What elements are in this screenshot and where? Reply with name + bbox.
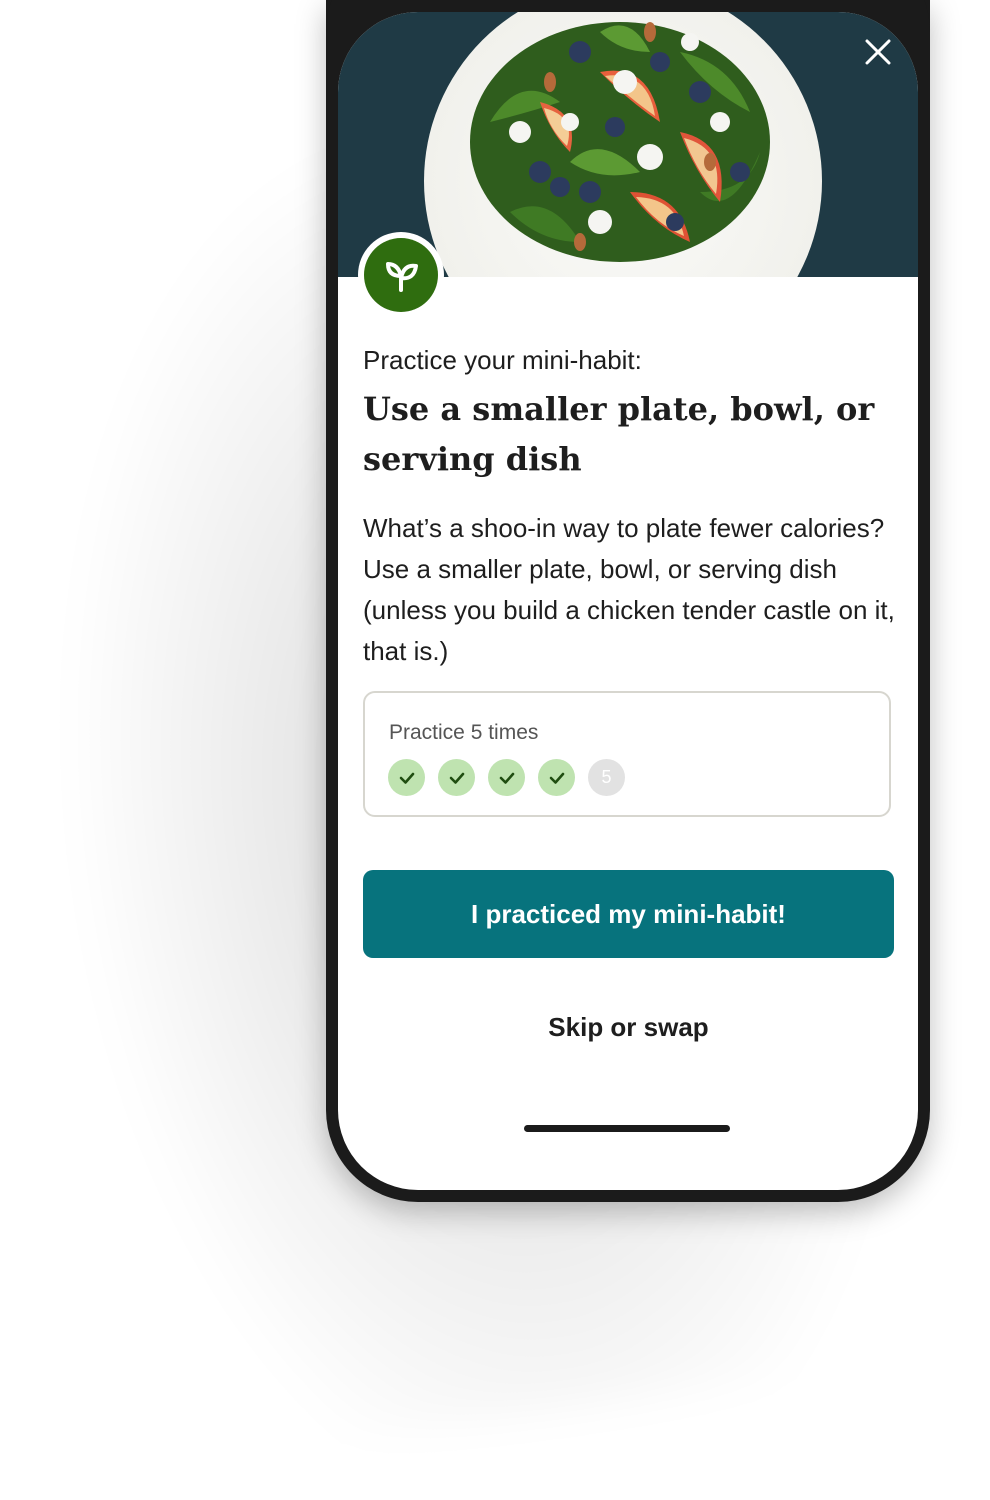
phone-screen: Practice your mini-habit: Use a smaller … (338, 12, 918, 1190)
habit-title-line2: serving dish (363, 440, 582, 478)
close-icon[interactable] (860, 34, 896, 70)
habit-title: Use a smaller plate, bowl, or serving di… (363, 384, 895, 484)
home-indicator (524, 1125, 730, 1132)
app-mockup: Practice your mini-habit: Use a smaller … (0, 0, 990, 1500)
habit-description: What’s a shoo-in way to plate fewer calo… (363, 513, 895, 666)
skip-or-swap-button[interactable]: Skip or swap (363, 1002, 894, 1052)
progress-card: Practice 5 times 5 (363, 691, 891, 817)
progress-dots: 5 (388, 759, 625, 796)
habit-badge (358, 232, 444, 318)
salad-plate-icon (470, 22, 770, 262)
checkmark-icon (549, 772, 564, 784)
checkmark-icon (449, 772, 464, 784)
progress-dot-complete (538, 759, 575, 796)
phone-frame: Practice your mini-habit: Use a smaller … (326, 0, 930, 1202)
checkmark-icon (499, 772, 514, 784)
progress-dot-complete (388, 759, 425, 796)
progress-dot-complete (488, 759, 525, 796)
habit-title-line1: Use a smaller plate, bowl, or (363, 390, 875, 428)
progress-dot-complete (438, 759, 475, 796)
progress-dot-pending: 5 (588, 759, 625, 796)
badge-circle (364, 238, 438, 312)
progress-label: Practice 5 times (389, 721, 539, 744)
practiced-button[interactable]: I practiced my mini-habit! (363, 870, 894, 958)
progress-dot-number: 5 (601, 767, 612, 787)
checkmark-icon (399, 772, 414, 784)
sprout-icon (386, 262, 418, 292)
habit-content: Practice your mini-habit: Use a smaller … (363, 342, 895, 672)
habit-kicker: Practice your mini-habit: (363, 345, 642, 375)
